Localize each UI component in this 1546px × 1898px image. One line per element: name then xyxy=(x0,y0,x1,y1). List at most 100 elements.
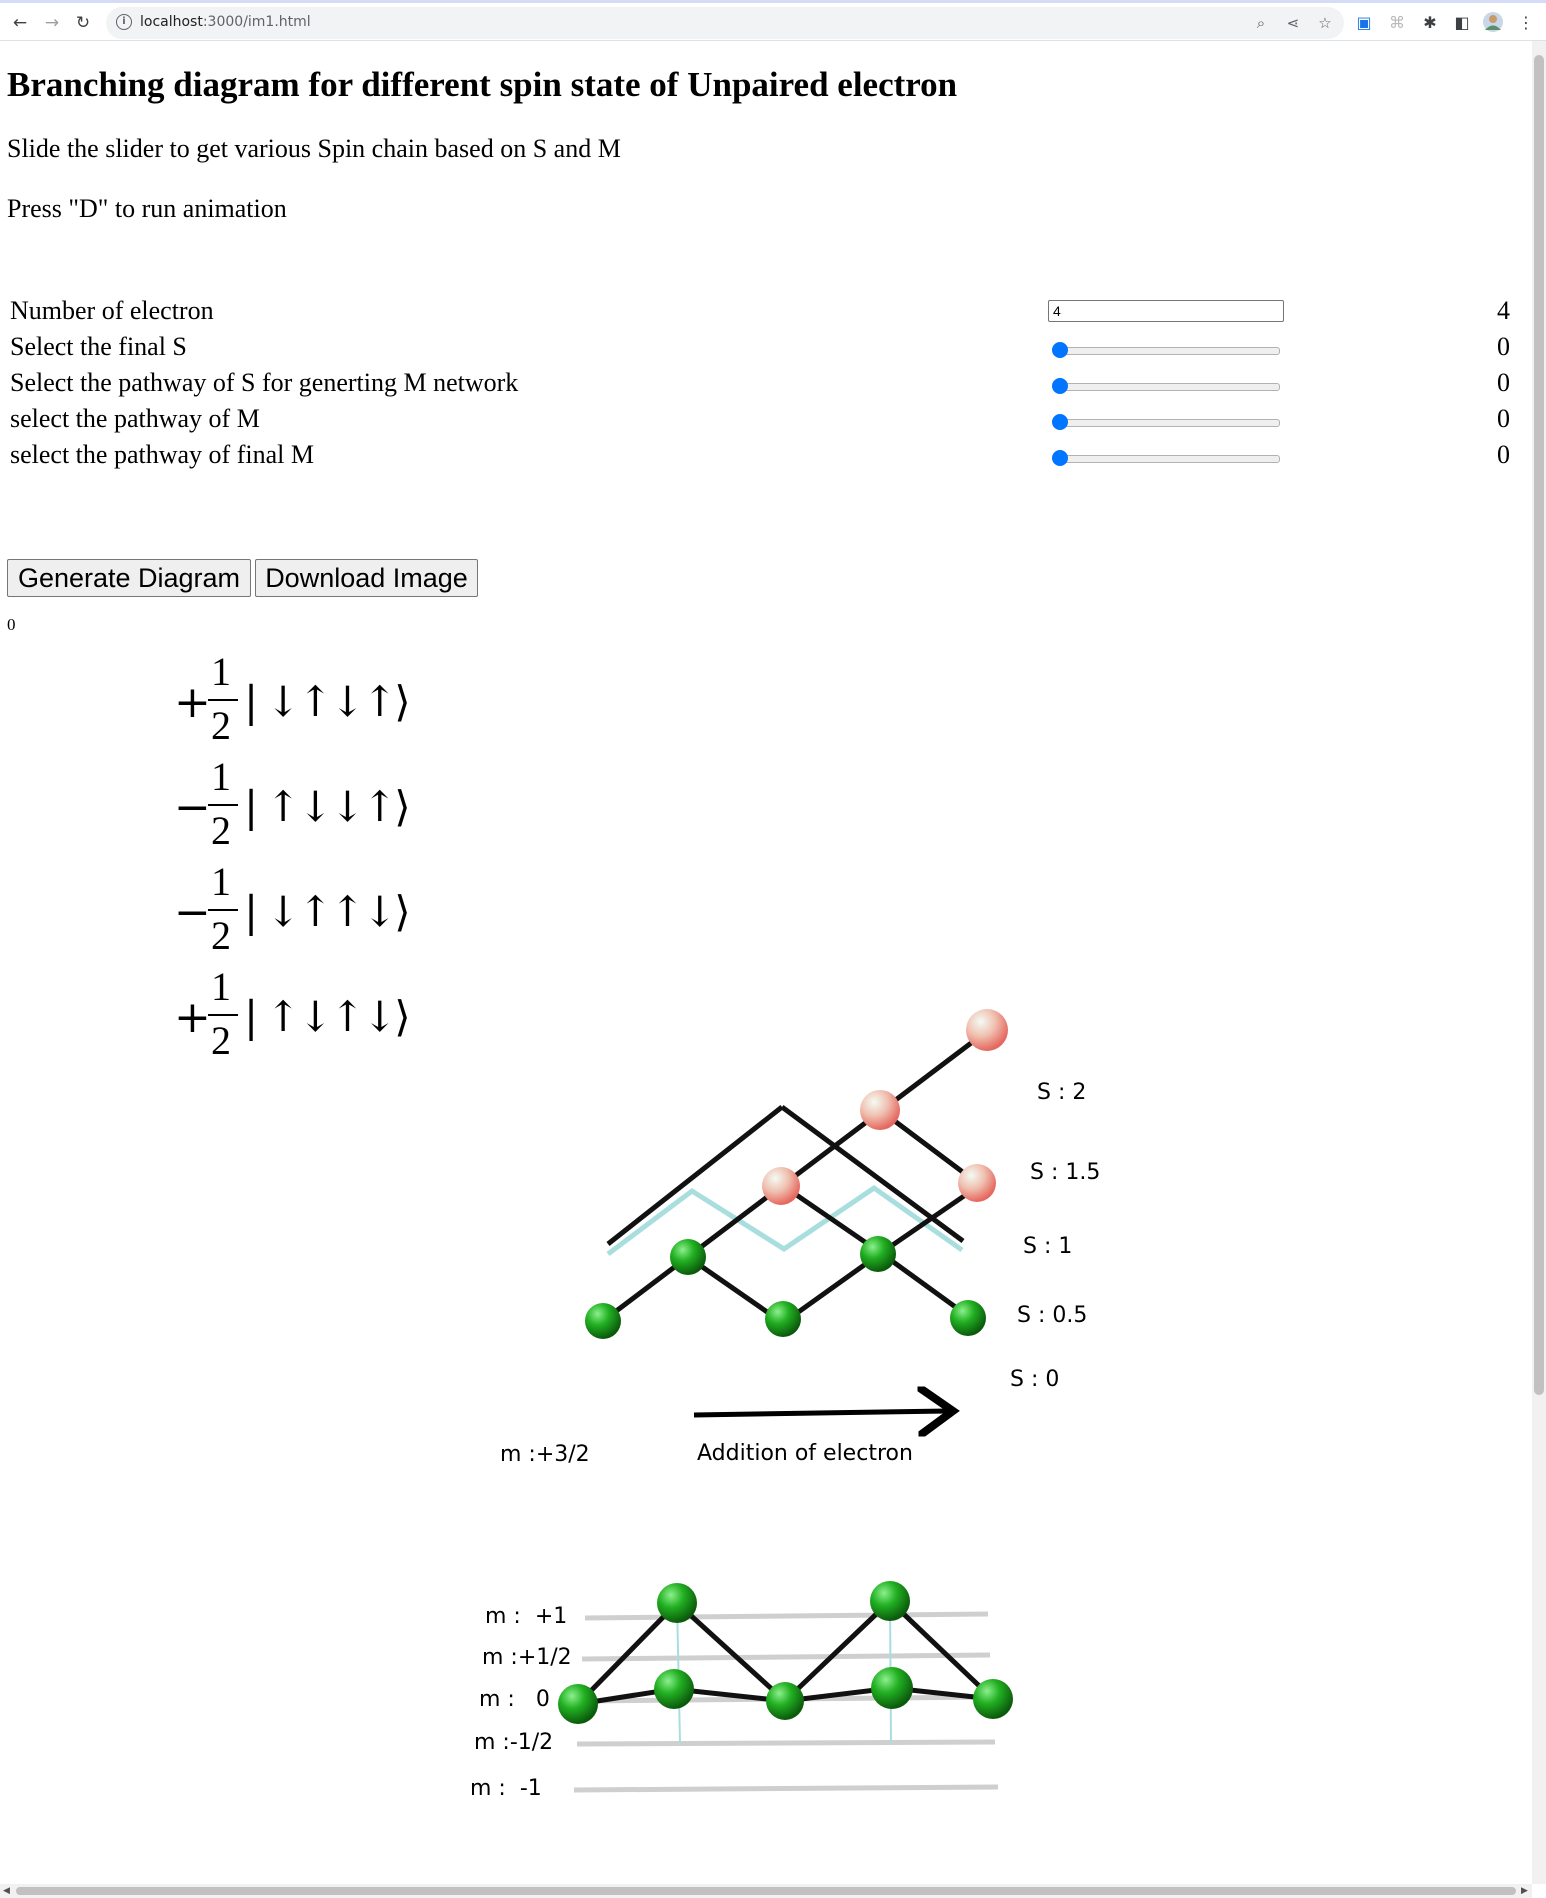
slider-track[interactable] xyxy=(1060,419,1280,427)
fraction-bar xyxy=(208,699,238,701)
extensions-puzzle-icon[interactable]: ✱ xyxy=(1418,11,1442,35)
term-denominator: 2 xyxy=(211,913,231,958)
arrow-label: Addition of electron xyxy=(697,1441,913,1466)
menu-kebab-icon[interactable]: ⋮ xyxy=(1514,11,1538,35)
download-image-button[interactable]: Download Image xyxy=(255,559,478,597)
m-level-label: m :-1/2 xyxy=(474,1730,553,1755)
m-label: m :+3/2 xyxy=(500,1442,590,1467)
m-level-label: m : +1 xyxy=(485,1604,567,1629)
counter-text: 0 xyxy=(7,615,16,634)
reload-icon[interactable]: ↻ xyxy=(71,11,95,35)
term-denominator: 2 xyxy=(211,808,231,853)
scroll-left-arrow-icon[interactable]: ◀ xyxy=(3,1886,10,1896)
s-branching-diagram: S : 2 S : 1.5 S : 1 S : 0.5 S : 0 m :+3/… xyxy=(500,1009,1100,1467)
url-host: localhost xyxy=(140,14,203,30)
s-level-label: S : 0 xyxy=(1010,1367,1059,1392)
generate-diagram-button[interactable]: Generate Diagram xyxy=(7,559,251,597)
vertical-scrollbar[interactable] xyxy=(1532,41,1546,1884)
fraction-bar xyxy=(208,1014,238,1016)
control-row-electrons: Number of electron 4 xyxy=(10,296,1510,332)
green-electron-ball xyxy=(766,1682,804,1720)
term-numerator: 1 xyxy=(211,649,231,694)
control-label: Select the pathway of S for generting M … xyxy=(10,368,519,397)
m-network-diagram: m : +1 m :+1/2 m : 0 m :-1/2 m : -1 xyxy=(470,1581,1013,1801)
green-electron-ball xyxy=(871,1667,913,1709)
m-level-label: m : -1 xyxy=(470,1776,542,1801)
translate-extension-icon[interactable]: ▣ xyxy=(1352,11,1376,35)
final-m-slider[interactable] xyxy=(1052,450,1280,466)
slider-track[interactable] xyxy=(1060,455,1280,463)
slider-track[interactable] xyxy=(1060,383,1280,391)
control-value: 0 xyxy=(1497,404,1510,433)
slider-thumb[interactable] xyxy=(1052,414,1068,430)
m-pathway-slider[interactable] xyxy=(1052,414,1280,430)
green-electron-ball xyxy=(950,1300,986,1336)
control-value: 0 xyxy=(1497,368,1510,397)
term-ket: | ↓↑↑↓⟩ xyxy=(244,887,411,936)
control-row-final-m: select the pathway of final M 0 xyxy=(10,440,1510,476)
term-numerator: 1 xyxy=(211,754,231,799)
instruction-slider: Slide the slider to get various Spin cha… xyxy=(7,134,621,163)
slider-thumb[interactable] xyxy=(1052,378,1068,394)
green-electron-ball xyxy=(558,1684,598,1724)
fraction-bar xyxy=(208,909,238,911)
electron-count-input[interactable] xyxy=(1048,300,1284,322)
address-bar[interactable]: i localhost:3000/im1.html ⌕ ⋖ ☆ xyxy=(106,7,1344,39)
green-electron-ball xyxy=(654,1669,694,1709)
bookmark-star-icon[interactable]: ☆ xyxy=(1314,12,1336,34)
green-electron-ball xyxy=(870,1581,910,1621)
control-label: select the pathway of M xyxy=(10,404,260,433)
slider-thumb[interactable] xyxy=(1052,342,1068,358)
forward-icon[interactable]: → xyxy=(40,11,64,35)
m-level-label: m : 0 xyxy=(479,1687,550,1712)
back-icon[interactable]: ← xyxy=(8,11,32,35)
green-electron-ball xyxy=(657,1583,697,1623)
equation-term: + 1 2 | ↓↑↓↑⟩ xyxy=(174,649,411,750)
extension-icon[interactable]: ⌘ xyxy=(1385,11,1409,35)
green-electron-ball xyxy=(765,1301,801,1337)
fraction-bar xyxy=(208,804,238,806)
control-row-final-s: Select the final S 0 xyxy=(10,332,1510,368)
s-level-label: S : 2 xyxy=(1037,1080,1086,1105)
m-drop-lines xyxy=(676,1600,892,1744)
horizontal-scrollbar-thumb[interactable] xyxy=(16,1887,1516,1895)
s-level-label: S : 1 xyxy=(1023,1234,1072,1259)
red-electron-ball xyxy=(762,1167,800,1205)
control-value: 4 xyxy=(1497,296,1510,325)
share-icon[interactable]: ⋖ xyxy=(1282,12,1304,34)
browser-toolbar: ← → ↻ i localhost:3000/im1.html ⌕ ⋖ ☆ ▣ … xyxy=(0,0,1546,40)
red-electron-ball xyxy=(860,1090,900,1130)
term-sign: − xyxy=(174,782,211,833)
s-pathway-slider[interactable] xyxy=(1052,378,1280,394)
term-numerator: 1 xyxy=(211,859,231,904)
equation-term: − 1 2 | ↓↑↑↓⟩ xyxy=(174,859,411,960)
side-panel-icon[interactable]: ◧ xyxy=(1450,11,1474,35)
s-level-label: S : 0.5 xyxy=(1017,1303,1087,1328)
site-info-icon[interactable]: i xyxy=(116,14,132,30)
term-denominator: 2 xyxy=(211,1018,231,1063)
m-level-label: m :+1/2 xyxy=(482,1645,572,1670)
green-electron-ball xyxy=(973,1679,1013,1719)
term-ket: | ↑↓↓↑⟩ xyxy=(244,782,411,831)
s-level-label: S : 1.5 xyxy=(1030,1160,1100,1185)
page-title: Branching diagram for different spin sta… xyxy=(7,65,958,104)
slider-thumb[interactable] xyxy=(1052,450,1068,466)
vertical-scrollbar-thumb[interactable] xyxy=(1534,55,1544,1395)
term-ket: | ↑↓↑↓⟩ xyxy=(244,992,411,1041)
red-electron-ball xyxy=(966,1009,1008,1051)
equation-term: − 1 2 | ↑↓↓↑⟩ xyxy=(174,754,411,855)
control-row-s-pathway: Select the pathway of S for generting M … xyxy=(10,368,1510,404)
control-value: 0 xyxy=(1497,332,1510,361)
final-s-slider[interactable] xyxy=(1052,342,1280,358)
scroll-right-arrow-icon[interactable]: ▶ xyxy=(1521,1886,1528,1896)
control-row-m-pathway: select the pathway of M 0 xyxy=(10,404,1510,440)
green-electron-ball xyxy=(670,1239,706,1275)
control-label: Select the final S xyxy=(10,332,187,361)
red-electron-ball xyxy=(958,1164,996,1202)
term-denominator: 2 xyxy=(211,703,231,748)
horizontal-scrollbar[interactable]: ◀ ▶ xyxy=(0,1884,1532,1898)
term-numerator: 1 xyxy=(211,964,231,1009)
slider-track[interactable] xyxy=(1060,347,1280,355)
zoom-icon[interactable]: ⌕ xyxy=(1250,12,1272,34)
profile-avatar-icon[interactable] xyxy=(1481,11,1505,35)
